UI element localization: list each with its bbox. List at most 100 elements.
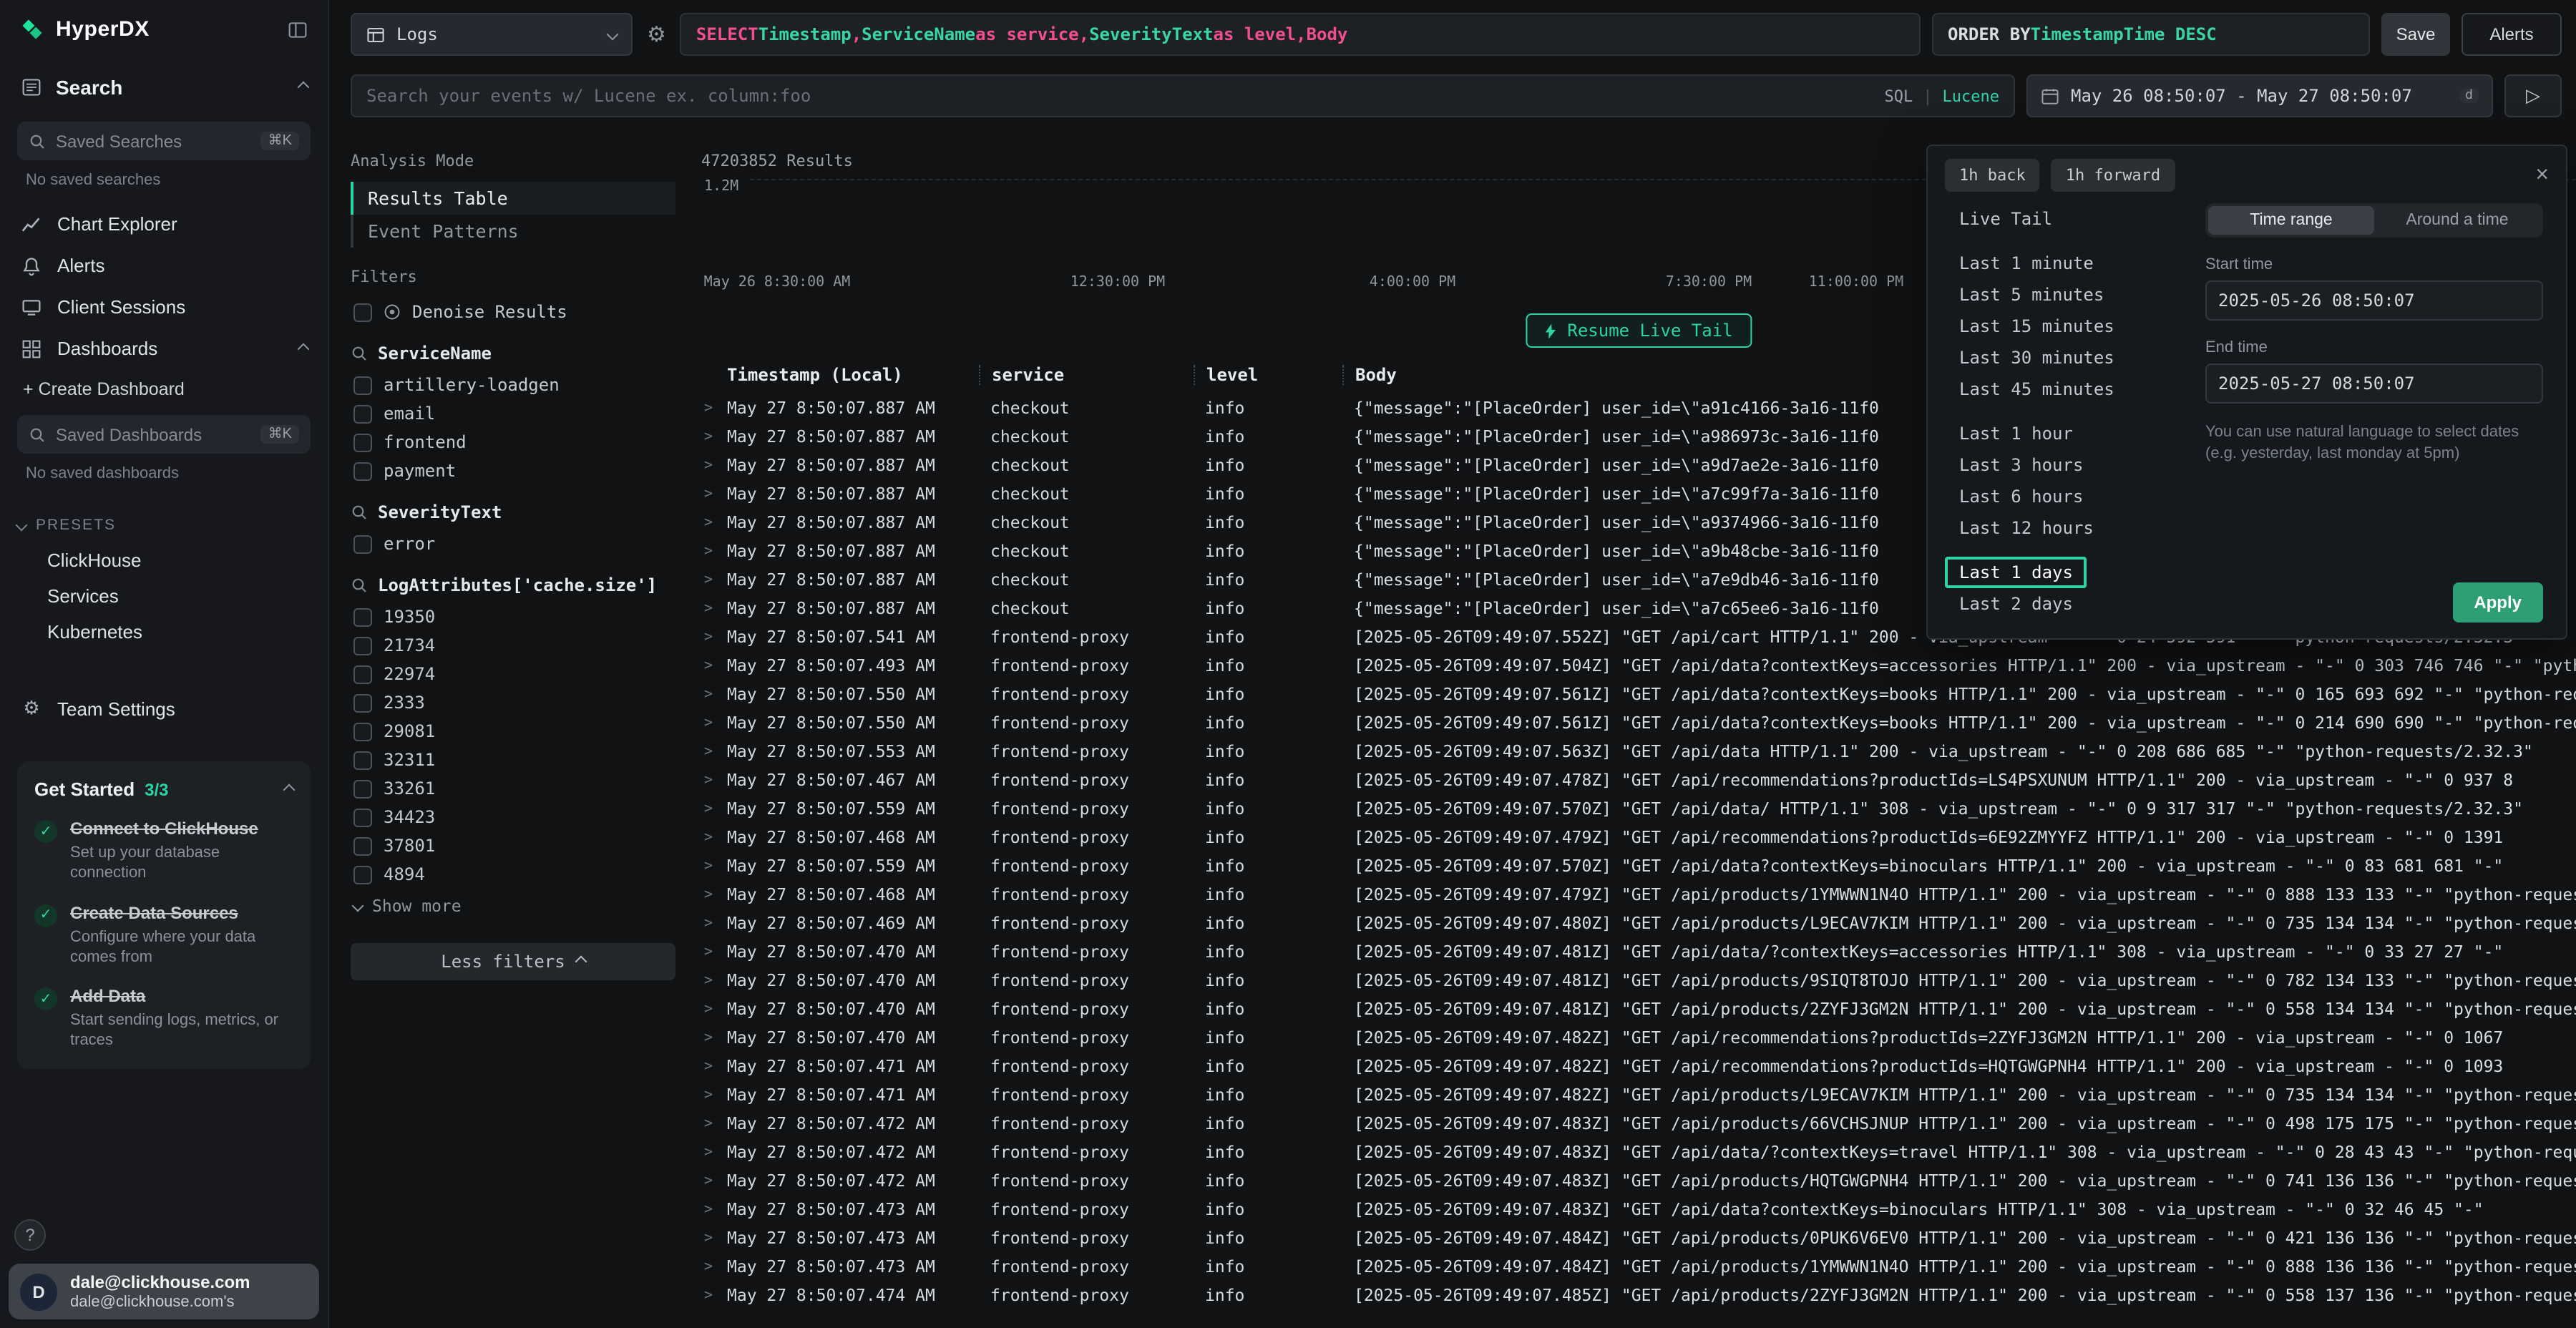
checkbox-icon[interactable] [353,607,372,626]
search-input[interactable] [366,86,1873,106]
preset-services[interactable]: Services [17,578,311,614]
time-range-option[interactable]: Last 30 minutes [1945,342,2129,374]
sql-mode-toggle[interactable]: SQL [1885,87,1913,105]
preset-kubernetes[interactable]: Kubernetes [17,614,311,650]
sidebar-item-client-sessions[interactable]: Client Sessions [17,286,311,328]
table-row[interactable]: >May 27 8:50:07.467 AMfrontend-proxyinfo… [701,766,2576,794]
table-row[interactable]: >May 27 8:50:07.472 AMfrontend-proxyinfo… [701,1138,2576,1166]
checkbox-icon[interactable] [353,636,372,655]
sidebar-item-alerts[interactable]: Alerts [17,245,311,286]
time-range-option[interactable]: Last 3 hours [1945,449,2097,481]
checkbox-icon[interactable] [353,404,372,423]
table-row[interactable]: >May 27 8:50:07.473 AMfrontend-proxyinfo… [701,1252,2576,1281]
checkbox-icon[interactable] [353,534,372,553]
checkbox-icon[interactable] [353,462,372,480]
time-range-option[interactable]: Last 45 minutes [1945,374,2129,405]
filter-checkbox-4894[interactable]: 4894 [351,860,675,889]
table-row[interactable]: >May 27 8:50:07.470 AMfrontend-proxyinfo… [701,1023,2576,1052]
order-by-editor[interactable]: ORDER BY TimestampTime DESC [1932,13,2370,56]
filter-checkbox-33261[interactable]: 33261 [351,774,675,803]
table-row[interactable]: >May 27 8:50:07.474 AMfrontend-proxyinfo… [701,1281,2576,1309]
table-row[interactable]: >May 27 8:50:07.493 AMfrontend-proxyinfo… [701,651,2576,680]
filter-checkbox-21734[interactable]: 21734 [351,631,675,660]
filter-checkbox-email[interactable]: email [351,399,675,428]
sql-select-editor[interactable]: SELECT Timestamp, ServiceName as service… [680,13,1921,56]
table-row[interactable]: >May 27 8:50:07.470 AMfrontend-proxyinfo… [701,937,2576,966]
apply-button[interactable]: Apply [2452,582,2543,622]
tab-around-a-time[interactable]: Around a time [2374,206,2540,235]
get-started-item-connect[interactable]: ✓ Connect to ClickHouse Set up your data… [34,819,293,884]
checkbox-icon[interactable] [353,303,372,321]
source-settings-gear-icon[interactable]: ⚙ [647,21,666,47]
table-row[interactable]: >May 27 8:50:07.559 AMfrontend-proxyinfo… [701,794,2576,823]
sidebar-item-team-settings[interactable]: ⚙ Team Settings [17,687,311,730]
create-dashboard-button[interactable]: + Create Dashboard [17,369,311,409]
shift-1h-back-button[interactable]: 1h back [1945,159,2040,192]
checkbox-icon[interactable] [353,693,372,712]
filter-checkbox-37801[interactable]: 37801 [351,831,675,860]
end-time-input[interactable] [2205,363,2543,404]
checkbox-icon[interactable] [353,665,372,683]
checkbox-icon[interactable] [353,433,372,451]
time-range-option[interactable]: Last 1 days [1945,557,2087,588]
saved-searches-input[interactable]: Saved Searches ⌘K [17,122,311,160]
mode-results-table[interactable]: Results Table [351,182,675,215]
checkbox-icon[interactable] [353,836,372,855]
source-select[interactable]: Logs [351,13,633,56]
run-query-button[interactable]: ▷ [2504,74,2562,117]
checkbox-icon[interactable] [353,865,372,884]
col-service[interactable]: service [979,365,1194,385]
mode-event-patterns[interactable]: Event Patterns [351,215,675,248]
table-row[interactable]: >May 27 8:50:07.472 AMfrontend-proxyinfo… [701,1166,2576,1195]
nav-search[interactable]: Search [17,70,311,104]
time-range-option[interactable]: Last 1 minute [1945,248,2108,279]
close-icon[interactable]: × [2535,164,2549,187]
time-range-option[interactable]: Last 6 hours [1945,481,2097,512]
checkbox-icon[interactable] [353,722,372,741]
checkbox-icon[interactable] [353,808,372,826]
filter-checkbox-artillery-loadgen[interactable]: artillery-loadgen [351,371,675,399]
tab-time-range[interactable]: Time range [2208,206,2374,235]
time-range-option[interactable]: Last 15 minutes [1945,311,2129,342]
checkbox-icon[interactable] [353,751,372,769]
checkbox-icon[interactable] [353,376,372,394]
table-row[interactable]: >May 27 8:50:07.559 AMfrontend-proxyinfo… [701,851,2576,880]
time-range-option[interactable]: Live Tail [1945,203,2067,235]
sidebar-item-chart-explorer[interactable]: Chart Explorer [17,203,311,245]
denoise-results-checkbox[interactable]: Denoise Results [351,298,675,326]
filter-checkbox-error[interactable]: error [351,529,675,558]
table-row[interactable]: >May 27 8:50:07.473 AMfrontend-proxyinfo… [701,1195,2576,1224]
filter-checkbox-29081[interactable]: 29081 [351,717,675,746]
date-range-input[interactable]: May 26 08:50:07 - May 27 08:50:07 d [2026,74,2493,117]
table-row[interactable]: >May 27 8:50:07.471 AMfrontend-proxyinfo… [701,1052,2576,1080]
shift-1h-forward-button[interactable]: 1h forward [2051,159,2175,192]
saved-dashboards-input[interactable]: Saved Dashboards ⌘K [17,415,311,454]
less-filters-button[interactable]: Less filters [351,943,675,980]
presets-toggle[interactable]: PRESETS [17,517,311,534]
table-row[interactable]: >May 27 8:50:07.472 AMfrontend-proxyinfo… [701,1109,2576,1138]
filter-checkbox-34423[interactable]: 34423 [351,803,675,831]
filter-checkbox-32311[interactable]: 32311 [351,746,675,774]
time-range-option[interactable]: Last 1 hour [1945,418,2087,449]
table-row[interactable]: >May 27 8:50:07.553 AMfrontend-proxyinfo… [701,737,2576,766]
resume-live-tail-button[interactable]: Resume Live Tail [1526,313,1751,348]
search-icon[interactable] [351,577,368,594]
filter-checkbox-22974[interactable]: 22974 [351,660,675,688]
table-row[interactable]: >May 27 8:50:07.550 AMfrontend-proxyinfo… [701,708,2576,737]
filter-checkbox-2333[interactable]: 2333 [351,688,675,717]
sidebar-item-dashboards[interactable]: Dashboards [17,328,311,369]
get-started-item-sources[interactable]: ✓ Create Data Sources Configure where yo… [34,902,293,967]
search-icon[interactable] [351,504,368,521]
time-range-option[interactable]: Last 5 minutes [1945,279,2118,311]
table-row[interactable]: >May 27 8:50:07.470 AMfrontend-proxyinfo… [701,966,2576,995]
filter-checkbox-payment[interactable]: payment [351,456,675,485]
show-more-button[interactable]: Show more [351,889,675,923]
alerts-button[interactable]: Alerts [2462,13,2562,56]
col-timestamp[interactable]: Timestamp (Local) [727,365,979,385]
table-row[interactable]: >May 27 8:50:07.468 AMfrontend-proxyinfo… [701,880,2576,909]
col-level[interactable]: level [1194,365,1342,385]
table-row[interactable]: >May 27 8:50:07.550 AMfrontend-proxyinfo… [701,680,2576,708]
user-menu[interactable]: D dale@clickhouse.com dale@clickhouse.co… [9,1264,319,1319]
time-range-option[interactable]: Last 2 days [1945,588,2087,620]
filter-checkbox-frontend[interactable]: frontend [351,428,675,456]
